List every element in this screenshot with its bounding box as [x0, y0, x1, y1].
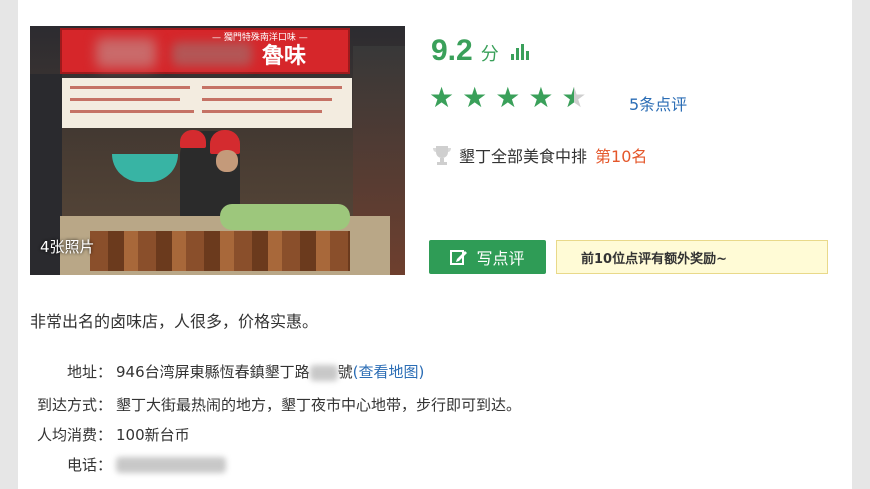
photo-signboard: — 獨門特殊南洋口味 — 魯味 [60, 28, 350, 74]
photo-cap-left [180, 130, 206, 148]
score-unit: 分 [480, 44, 499, 65]
cost-value: 100新台币 [116, 426, 190, 444]
poi-card: — 獨門特殊南洋口味 — 魯味 4张照片 9.2 分 ★ ★ ★ ★ ★ ★ 5… [18, 0, 852, 489]
blurred-sign-logo [96, 38, 156, 68]
write-review-label: 写点评 [476, 249, 525, 268]
address-row: 地址： 946台湾屏東縣恆春鎮墾丁路 號(查看地图) [18, 361, 424, 382]
rank-value: 第10名 [595, 147, 648, 166]
view-map-link[interactable]: (查看地图) [353, 363, 425, 381]
cost-row: 人均消费： 100新台币 [18, 424, 190, 445]
star-rating: ★ ★ ★ ★ ★ [429, 81, 587, 114]
blurred-sign-name [172, 42, 252, 66]
address-label: 地址： [66, 363, 112, 381]
half-star-icon: ★ [561, 84, 586, 113]
rating-score: 9.2 分 [431, 34, 529, 68]
photo-count-label[interactable]: 4张照片 [40, 236, 95, 257]
photo-face [216, 150, 238, 172]
trophy-icon [431, 144, 453, 166]
phone-value [116, 456, 226, 474]
photo-menu-board [62, 78, 352, 128]
rank-info: 墾丁全部美食中排 第10名 [431, 143, 647, 167]
photo-vegetables [220, 204, 350, 230]
transport-label: 到达方式： [36, 396, 112, 414]
address-value: 946台湾屏東縣恆春鎮墾丁路 號(查看地图) [116, 361, 424, 382]
score-value: 9.2 [431, 34, 473, 67]
phone-label: 电话： [66, 456, 112, 474]
address-redacted [309, 364, 338, 381]
phone-redacted [116, 457, 226, 473]
address-text: 946台湾屏東縣恆春鎮墾丁路 [116, 363, 310, 381]
photo-food [90, 231, 350, 271]
restaurant-photo[interactable]: — 獨門特殊南洋口味 — 魯味 4张照片 [30, 26, 405, 275]
bar-chart-icon[interactable] [510, 44, 529, 60]
cost-label: 人均消费： [36, 426, 112, 444]
address-suffix: 號 [337, 363, 353, 381]
transport-value: 墾丁大街最热闹的地方，墾丁夜市中心地带，步行即可到达。 [116, 396, 522, 414]
phone-row: 电话： [18, 454, 226, 475]
edit-icon [450, 248, 468, 266]
transport-row: 到达方式： 墾丁大街最热闹的地方，墾丁夜市中心地带，步行即可到达。 [18, 394, 521, 415]
description: 非常出名的卤味店，人很多，价格实惠。 [30, 312, 319, 331]
reward-text: 前10位点评有额外奖励~ [581, 251, 727, 267]
rank-prefix: 墾丁全部美食中排 [459, 147, 588, 166]
reviews-count-link[interactable]: 5条点评 [629, 91, 687, 115]
star-icon: ★ [429, 81, 455, 114]
star-icon: ★ [462, 81, 488, 114]
star-icon: ★ [495, 81, 521, 114]
star-icon: ★ [528, 81, 554, 114]
reward-notice: 前10位点评有额外奖励~ [556, 240, 828, 274]
sign-title: 魯味 [262, 44, 307, 69]
write-review-button[interactable]: 写点评 [429, 240, 546, 274]
